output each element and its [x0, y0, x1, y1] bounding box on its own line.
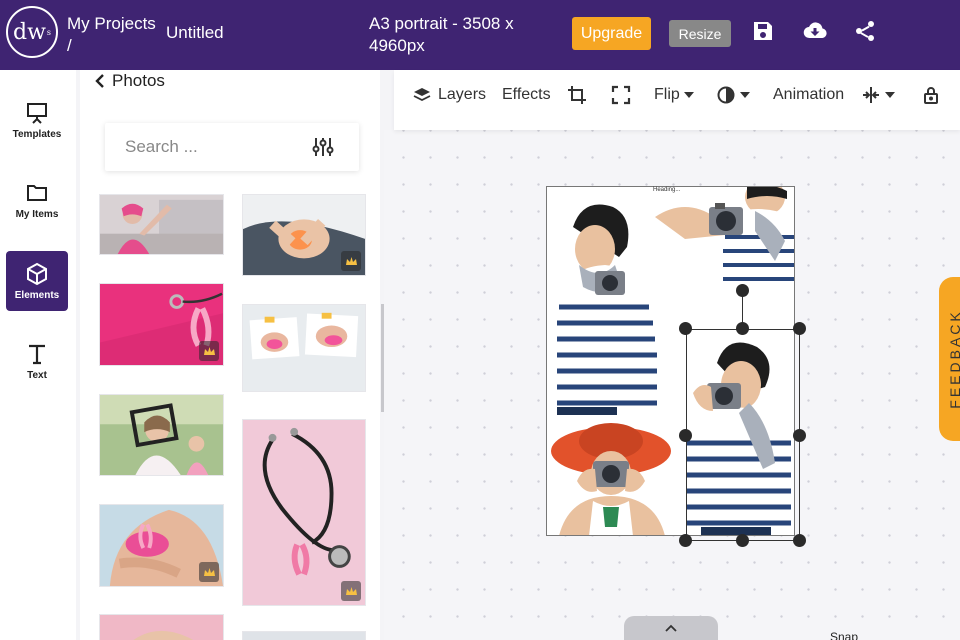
resize-handle-left[interactable] [679, 429, 692, 442]
cube-icon [27, 262, 47, 285]
photos-back-button[interactable]: Photos [94, 70, 165, 92]
folder-icon [27, 184, 47, 201]
contrast-dropdown[interactable] [716, 84, 750, 106]
page-heading-text[interactable]: Heading... [653, 187, 680, 193]
caret-down-icon [683, 92, 694, 98]
effects-button[interactable]: Effects [502, 84, 551, 106]
document-size-line2: 4960px [369, 36, 425, 55]
crown-icon [345, 587, 357, 595]
photo-thumbnail[interactable] [242, 304, 366, 392]
crop-icon [568, 86, 586, 104]
spacing-dropdown[interactable] [861, 84, 895, 106]
design-page[interactable] [546, 186, 795, 536]
resize-handle-top[interactable] [736, 322, 749, 335]
resize-handle-bottom-right[interactable] [793, 534, 806, 547]
rail-label: Templates [12, 128, 62, 140]
lock-icon [924, 87, 938, 104]
rail-item-elements[interactable]: Elements [6, 251, 68, 311]
photo-thumbnail[interactable] [99, 614, 224, 640]
premium-badge [341, 581, 361, 601]
snap-toggle[interactable]: Snap [830, 630, 858, 640]
text-icon [29, 344, 45, 364]
photo-thumbnail[interactable] [99, 394, 224, 476]
photo-thumbnail[interactable] [99, 283, 224, 366]
rail-item-templates[interactable]: Templates [6, 90, 68, 150]
chevron-left-icon [95, 74, 104, 88]
search-input[interactable] [125, 135, 305, 159]
feedback-tab[interactable]: FEEDBACK [939, 277, 960, 441]
resize-handle-bottom-left[interactable] [679, 534, 692, 547]
element-toolbar: Layers Effects Flip Animation [394, 70, 960, 130]
rail-item-text[interactable]: Text [6, 331, 68, 391]
premium-badge [199, 562, 219, 582]
selected-canvas-photo[interactable] [687, 333, 793, 535]
crown-icon [203, 347, 215, 355]
spacing-icon [863, 87, 879, 103]
rail-label: Text [27, 369, 47, 381]
resize-handle-top-right[interactable] [793, 322, 806, 335]
rotation-handle[interactable] [736, 284, 749, 297]
document-size: A3 portrait - 3508 x 4960px [369, 13, 539, 57]
crown-icon [203, 568, 215, 576]
logo-mark: s [46, 27, 52, 37]
cloud-download-icon[interactable] [802, 19, 828, 43]
rail-label: Elements [14, 289, 60, 301]
app-logo[interactable]: dw s [6, 6, 58, 58]
resize-button[interactable]: Resize [669, 20, 731, 47]
filter-sliders-icon[interactable] [311, 135, 335, 159]
photo-thumbnail[interactable] [242, 194, 366, 276]
layers-label: Layers [438, 86, 487, 103]
photos-panel: Photos [80, 70, 380, 640]
fullscreen-icon [611, 85, 631, 105]
layers-button[interactable]: Layers [412, 84, 486, 106]
rail-item-my-items[interactable]: My Items [6, 170, 68, 230]
premium-badge [199, 341, 219, 361]
crop-button[interactable] [567, 84, 587, 106]
layers-icon [413, 88, 431, 102]
flip-dropdown[interactable]: Flip [654, 84, 694, 106]
canvas-photo[interactable] [655, 187, 794, 287]
upgrade-button[interactable]: Upgrade [572, 17, 651, 50]
fullscreen-button[interactable] [611, 84, 631, 106]
panel-title: Photos [112, 71, 165, 90]
photo-thumbnail[interactable] [99, 194, 224, 255]
lock-button[interactable] [921, 84, 941, 106]
breadcrumb[interactable]: My Projects / [67, 13, 156, 57]
resize-handle-bottom[interactable] [736, 534, 749, 547]
canvas-photo[interactable] [549, 421, 683, 535]
breadcrumb-my-projects[interactable]: My Projects [67, 13, 156, 35]
contrast-icon [717, 86, 735, 104]
document-title[interactable]: Untitled [166, 23, 224, 43]
left-rail: Templates My Items Elements Text [0, 70, 76, 640]
top-bar: dw s My Projects / Untitled A3 portrait -… [0, 0, 960, 70]
photo-thumbnail[interactable] [99, 504, 224, 587]
logo-text: dw [12, 19, 46, 45]
crown-icon [345, 257, 357, 265]
premium-badge [341, 251, 361, 271]
presentation-icon [27, 102, 47, 124]
effects-label: Effects [502, 86, 551, 103]
caret-down-icon [740, 92, 750, 98]
resize-handle-top-left[interactable] [679, 322, 692, 335]
animation-button[interactable]: Animation [773, 84, 844, 106]
resize-handle-right[interactable] [793, 429, 806, 442]
flip-label: Flip [654, 86, 680, 103]
bottom-panel-toggle[interactable] [624, 616, 718, 640]
chevron-up-icon [665, 624, 677, 632]
photo-thumbnail[interactable] [242, 419, 366, 606]
photo-thumbnail[interactable] [242, 631, 366, 640]
share-icon[interactable] [853, 19, 877, 43]
search-box [105, 123, 359, 171]
rail-label: My Items [15, 208, 59, 220]
animation-label: Animation [773, 86, 845, 103]
feedback-label: FEEDBACK [947, 309, 960, 409]
document-size-line1: A3 portrait - 3508 x [369, 14, 514, 33]
caret-down-icon [885, 92, 895, 98]
breadcrumb-separator: / [67, 36, 72, 55]
save-icon[interactable] [751, 19, 775, 43]
